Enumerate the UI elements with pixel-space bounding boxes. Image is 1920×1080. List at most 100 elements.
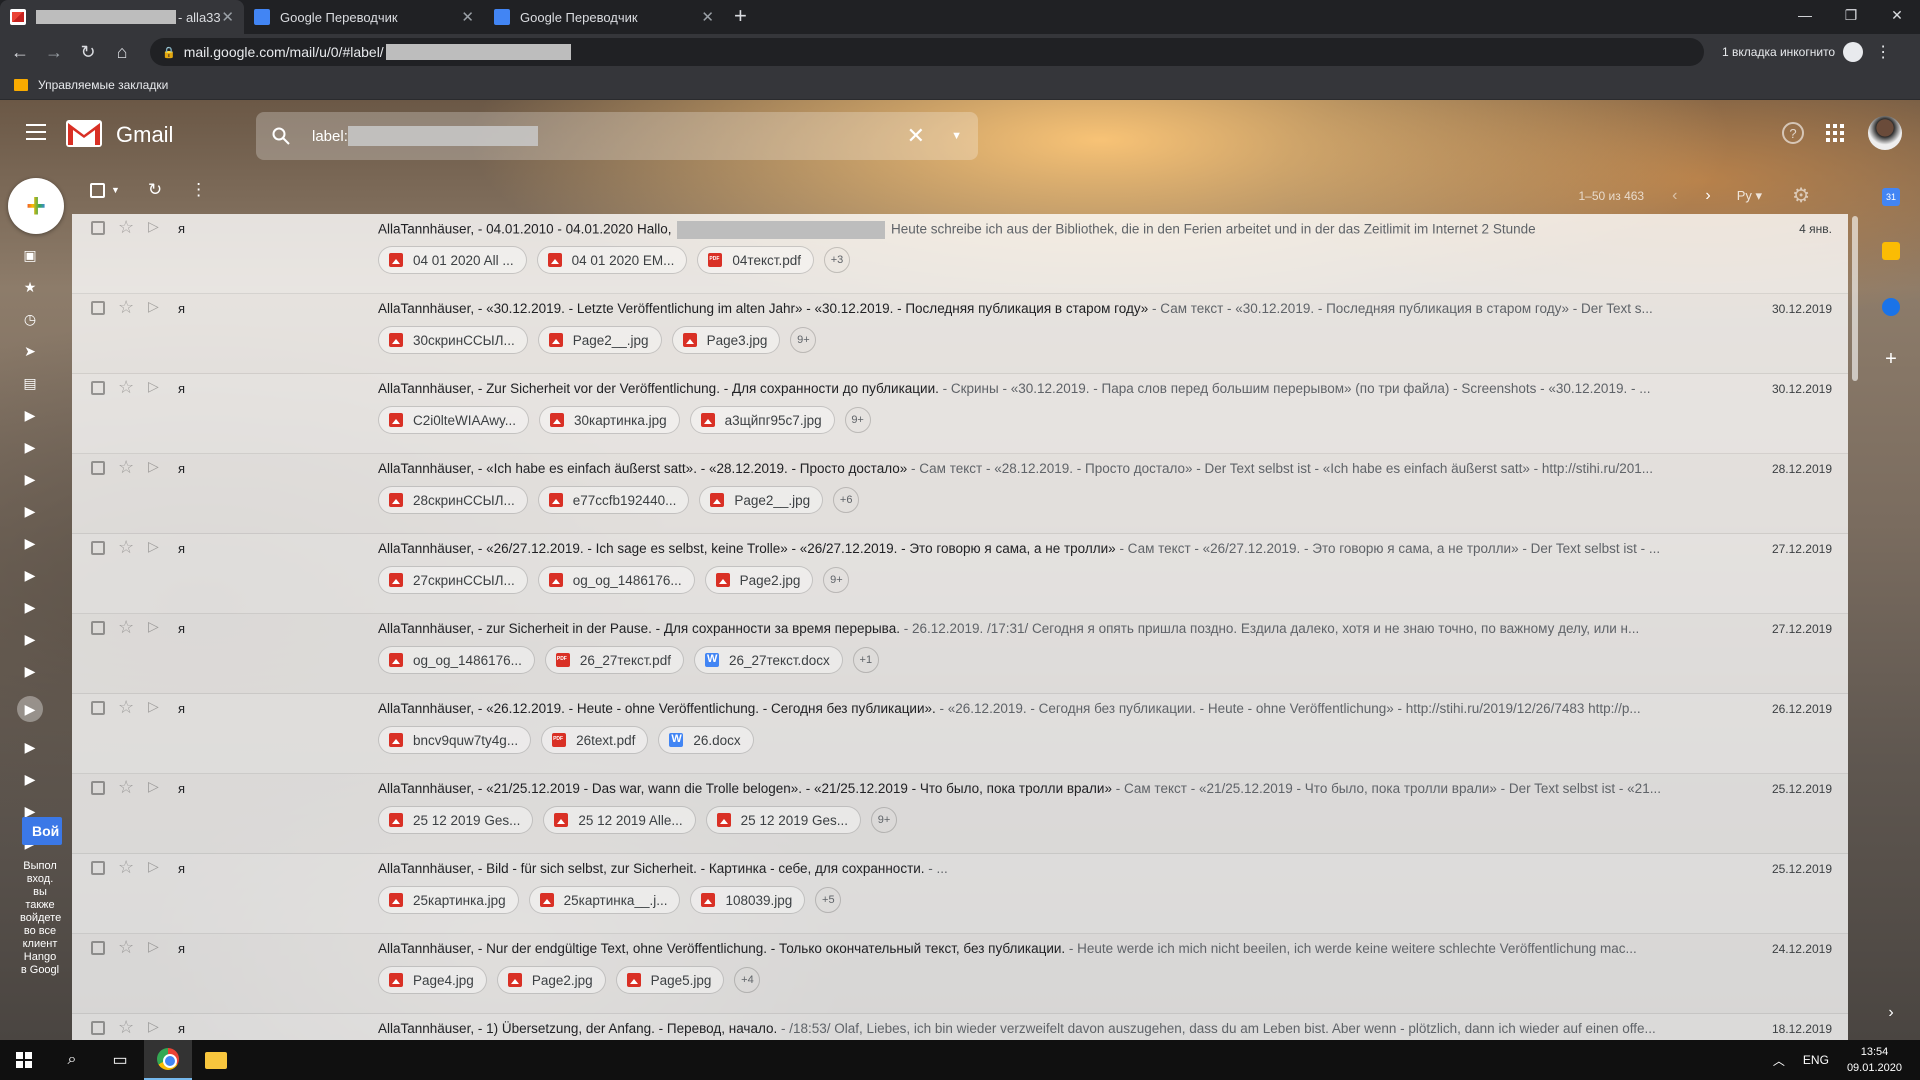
expand-panel-icon[interactable]: › xyxy=(1882,1004,1900,1022)
label-icon[interactable]: ▶ xyxy=(22,632,38,646)
compose-button[interactable]: + xyxy=(8,178,64,234)
row-checkbox[interactable] xyxy=(91,1021,105,1035)
hangouts-signin-button[interactable]: Вой xyxy=(22,817,62,845)
settings-icon[interactable]: ⚙ xyxy=(1792,183,1810,208)
more-attachments-badge[interactable]: +1 xyxy=(852,647,879,673)
star-icon[interactable]: ☆ xyxy=(118,457,134,478)
email-row[interactable]: ☆ ▷ я AllaTannhäuser, - «30.12.2019. - Letz… xyxy=(72,294,1848,374)
email-row[interactable]: ☆ ▷ я AllaTannhäuser, - «Ich habe es einfac… xyxy=(72,454,1848,534)
back-icon[interactable]: ← xyxy=(6,38,34,66)
attachment-chip[interactable]: e77ccfb192440... xyxy=(537,486,690,514)
star-icon[interactable]: ☆ xyxy=(118,217,134,238)
minimize-icon[interactable]: — xyxy=(1782,0,1828,30)
prev-page-icon[interactable]: ‹ xyxy=(1672,187,1677,205)
label-icon[interactable]: ▶ xyxy=(22,772,38,786)
row-checkbox[interactable] xyxy=(91,381,105,395)
attachment-chip[interactable]: C2i0lteWIAAwy... xyxy=(378,406,530,434)
help-icon[interactable]: ? xyxy=(1782,122,1804,144)
inbox-icon[interactable]: ▣ xyxy=(22,248,38,262)
input-tools-button[interactable]: Ру ▾ xyxy=(1737,188,1762,204)
attachment-chip[interactable]: 04 01 2020 All ... xyxy=(378,246,527,274)
more-actions-icon[interactable]: ⋮ xyxy=(190,180,207,200)
attachment-chip[interactable]: 04 01 2020 EM... xyxy=(536,246,688,274)
attachment-chip[interactable]: 27скринССЫЛ... xyxy=(378,566,528,594)
attachment-chip[interactable]: Page4.jpg xyxy=(378,966,487,994)
importance-icon[interactable]: ▷ xyxy=(148,698,159,715)
importance-icon[interactable]: ▷ xyxy=(148,538,159,555)
email-row[interactable]: ☆ ▷ я AllaTannhäuser, - «21/25.12.2019 - Da… xyxy=(72,774,1848,854)
attachment-chip[interactable]: 25 12 2019 Ges... xyxy=(378,806,534,834)
search-bar[interactable]: label: ✕ ▼ xyxy=(256,112,978,160)
row-checkbox[interactable] xyxy=(91,781,105,795)
label-icon[interactable]: ▶ xyxy=(22,664,38,678)
star-icon[interactable]: ☆ xyxy=(118,377,134,398)
attachment-chip[interactable]: bncv9quw7ty4g... xyxy=(378,726,532,754)
start-button[interactable] xyxy=(0,1040,48,1080)
attachment-chip[interactable]: Page2.jpg xyxy=(496,966,606,994)
attachment-chip[interactable]: 25картинка.jpg xyxy=(378,886,519,914)
label-icon[interactable]: ▶ xyxy=(22,408,38,422)
tab-translate-1[interactable]: Google Переводчик ✕ xyxy=(244,0,484,34)
importance-icon[interactable]: ▷ xyxy=(148,938,159,955)
row-checkbox[interactable] xyxy=(91,461,105,475)
tasks-icon[interactable] xyxy=(1882,298,1900,316)
star-icon[interactable]: ☆ xyxy=(118,697,134,718)
attachment-chip[interactable]: Page2.jpg xyxy=(704,566,814,594)
attachment-chip[interactable]: 28скринССЫЛ... xyxy=(378,486,528,514)
label-icon[interactable]: ▶ xyxy=(22,504,38,518)
email-row[interactable]: ☆ ▷ я AllaTannhäuser, - «26.12.2019. - Heut… xyxy=(72,694,1848,774)
close-tab-icon[interactable]: ✕ xyxy=(701,8,714,26)
more-attachments-badge[interactable]: 9+ xyxy=(871,807,897,833)
attachment-chip[interactable]: 25 12 2019 Alle... xyxy=(543,806,696,834)
search-options-icon[interactable]: ▼ xyxy=(951,130,962,142)
more-attachments-badge[interactable]: +5 xyxy=(815,887,842,913)
star-icon[interactable]: ☆ xyxy=(118,617,134,638)
label-icon[interactable]: ▶ xyxy=(22,740,38,754)
main-menu-icon[interactable] xyxy=(26,124,46,140)
attachment-chip[interactable]: 108039.jpg xyxy=(690,886,806,914)
importance-icon[interactable]: ▷ xyxy=(148,378,159,395)
attachment-chip[interactable]: 30скринССЫЛ... xyxy=(378,326,528,354)
incognito-indicator[interactable]: 1 вкладка инкогнито xyxy=(1722,42,1864,62)
forward-icon[interactable]: → xyxy=(40,38,68,66)
more-attachments-badge[interactable]: 9+ xyxy=(790,327,817,353)
close-window-icon[interactable]: ✕ xyxy=(1874,0,1920,30)
address-bar[interactable]: 🔒 mail.google.com/mail/u/0/#label/ xyxy=(150,38,1704,66)
star-icon[interactable]: ☆ xyxy=(118,297,134,318)
attachment-chip[interactable]: Page2__.jpg xyxy=(537,326,662,354)
more-attachments-badge[interactable]: 9+ xyxy=(823,567,850,593)
attachment-chip[interactable]: Page5.jpg xyxy=(615,966,725,994)
add-addon-icon[interactable]: + xyxy=(1882,349,1900,369)
email-row[interactable]: ☆ ▷ я AllaTannhäuser, - «26/27.12.2019. - I… xyxy=(72,534,1848,614)
snoozed-icon[interactable]: ◷ xyxy=(22,312,38,326)
attachment-chip[interactable]: а3щйпг95с7.jpg xyxy=(689,406,835,434)
account-avatar[interactable] xyxy=(1868,116,1902,150)
attachment-chip[interactable]: 25картинка__.j... xyxy=(528,886,681,914)
bookmark-folder[interactable]: Управляемые закладки xyxy=(38,78,168,92)
attachment-chip[interactable]: Page2__.jpg xyxy=(699,486,824,514)
attachment-chip[interactable]: 26.docx xyxy=(658,726,754,754)
importance-icon[interactable]: ▷ xyxy=(148,618,159,635)
row-checkbox[interactable] xyxy=(91,861,105,875)
label-icon[interactable]: ▶ xyxy=(22,472,38,486)
star-icon[interactable]: ☆ xyxy=(118,1017,134,1038)
star-icon[interactable]: ☆ xyxy=(118,857,134,878)
label-icon[interactable]: ▶ xyxy=(22,600,38,614)
attachment-chip[interactable]: 30картинка.jpg xyxy=(539,406,680,434)
input-language[interactable]: ENG xyxy=(1803,1053,1829,1067)
row-checkbox[interactable] xyxy=(91,541,105,555)
row-checkbox[interactable] xyxy=(91,221,105,235)
label-icon[interactable]: ▶ xyxy=(22,804,38,818)
home-icon[interactable]: ⌂ xyxy=(108,38,136,66)
starred-icon[interactable]: ★ xyxy=(22,280,38,294)
importance-icon[interactable]: ▷ xyxy=(148,298,159,315)
new-tab-button[interactable]: + xyxy=(724,0,757,34)
label-icon[interactable]: ▶ xyxy=(22,536,38,550)
label-icon[interactable]: ▶ xyxy=(22,568,38,582)
email-row[interactable]: ☆ ▷ я AllaTannhäuser, - Zur Sicherheit vor … xyxy=(72,374,1848,454)
attachment-chip[interactable]: 26_27текст.docx xyxy=(693,646,843,674)
tab-translate-2[interactable]: Google Переводчик ✕ xyxy=(484,0,724,34)
sent-icon[interactable]: ➤ xyxy=(22,344,38,358)
reload-icon[interactable]: ↻ xyxy=(74,38,102,66)
tab-gmail[interactable]: - alla33 ✕ xyxy=(0,0,244,34)
